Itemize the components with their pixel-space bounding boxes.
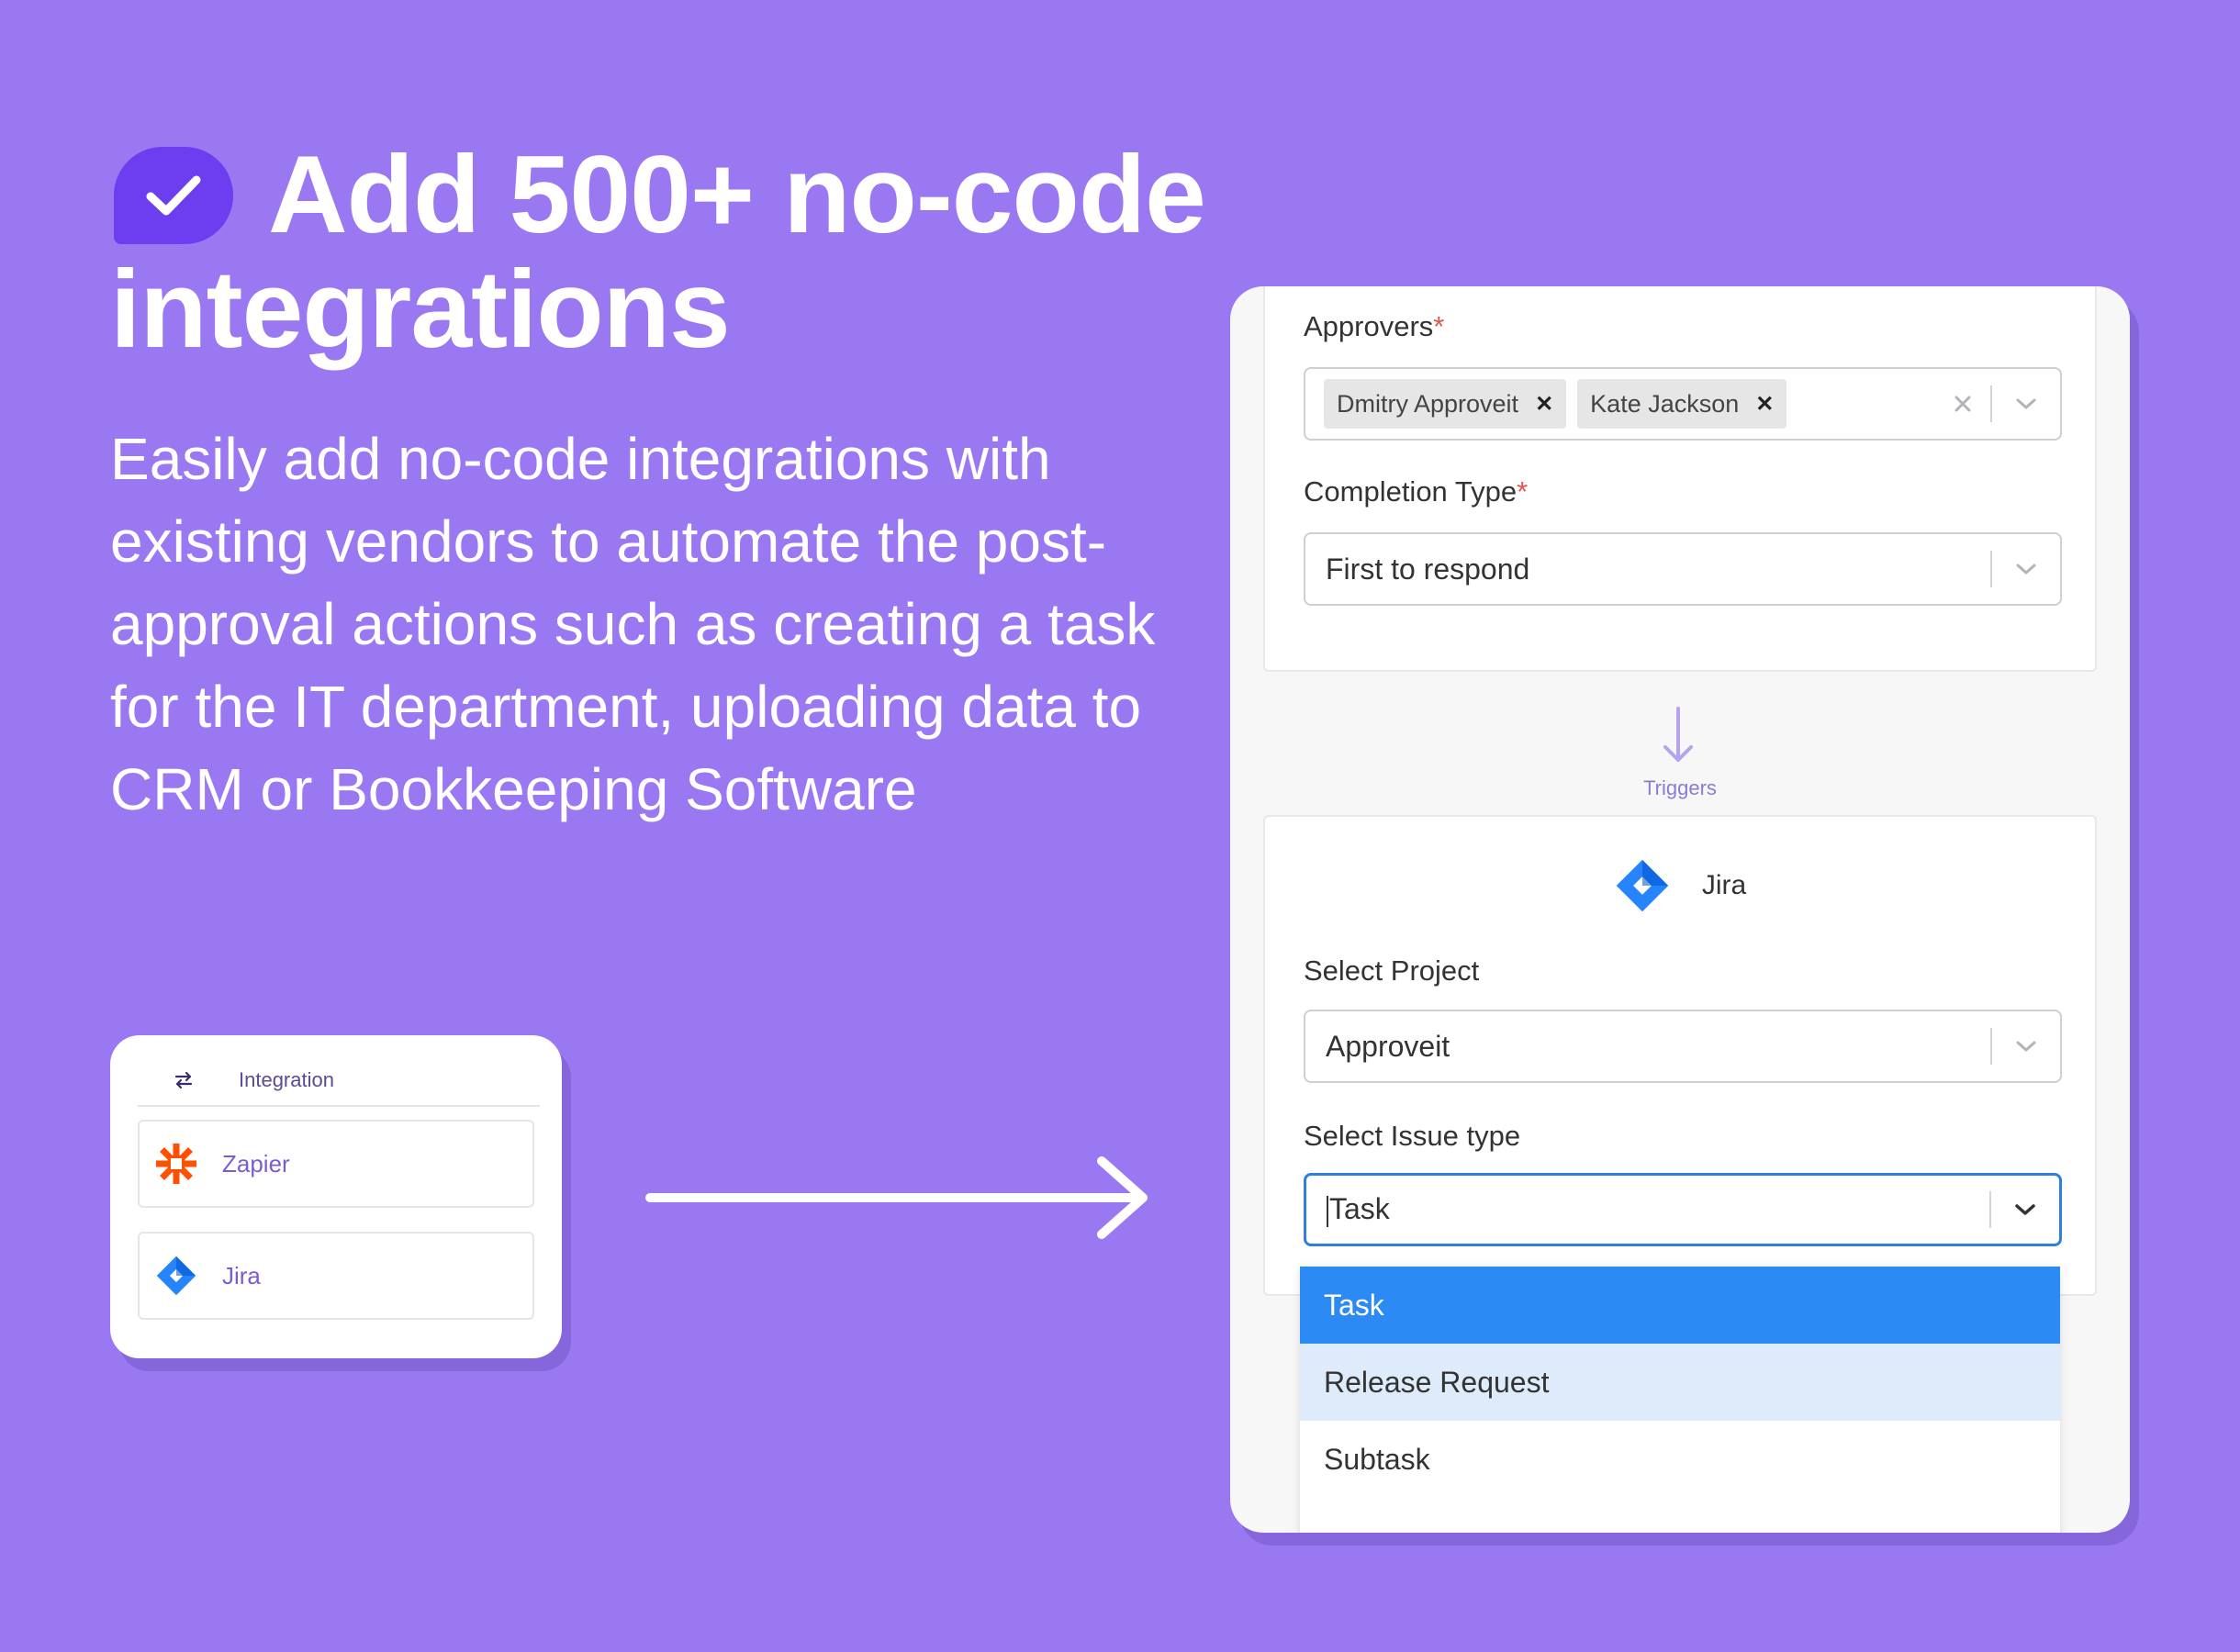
approver-tag: Dmitry Approveit ✕ xyxy=(1324,379,1567,429)
zapier-icon xyxy=(145,1142,207,1186)
chevron-down-icon[interactable] xyxy=(1992,1040,2060,1053)
jira-icon xyxy=(145,1255,207,1297)
jira-title: Jira xyxy=(1265,857,2095,914)
integration-item-label: Jira xyxy=(222,1261,261,1289)
issue-type-input[interactable]: Task xyxy=(1327,1192,1989,1227)
jira-title-label: Jira xyxy=(1701,870,1747,900)
integration-header: Integration xyxy=(138,1055,540,1107)
project-value: Approveit xyxy=(1326,1029,1450,1063)
integration-item-zapier[interactable]: Zapier xyxy=(138,1120,534,1208)
arrow-down-icon xyxy=(1663,707,1693,762)
approvers-label: Approvers* xyxy=(1304,310,1445,342)
dropdown-option-subtask[interactable]: Subtask xyxy=(1300,1421,2060,1498)
swap-arrows-icon xyxy=(160,1071,207,1089)
jira-trigger-card: Jira Select Project Approveit Select Iss… xyxy=(1263,815,2097,1296)
dropdown-option-release-request[interactable]: Release Request xyxy=(1300,1344,2060,1421)
select-project-label: Select Project xyxy=(1304,954,1480,987)
text-cursor xyxy=(1327,1195,1328,1227)
completion-type-label: Completion Type* xyxy=(1304,475,1529,508)
project-select[interactable]: Approveit xyxy=(1304,1010,2062,1083)
chevron-down-icon[interactable] xyxy=(1992,397,2060,410)
chevron-down-icon[interactable] xyxy=(1991,1203,2059,1216)
integration-item-label: Zapier xyxy=(222,1149,290,1178)
integration-header-label: Integration xyxy=(239,1068,334,1091)
hero-description: Easily add no-code integrations with exi… xyxy=(110,426,1156,822)
clear-icon[interactable] xyxy=(1935,395,1990,413)
dropdown-option-task[interactable]: Task xyxy=(1300,1267,2060,1344)
title-line-2: integrations xyxy=(110,248,731,371)
page-title: Add 500+ no-code integrations xyxy=(110,138,1304,367)
approver-tag: Kate Jackson ✕ xyxy=(1577,379,1787,429)
completion-type-value: First to respond xyxy=(1326,552,1530,586)
issue-type-select[interactable]: Task xyxy=(1304,1173,2062,1246)
completion-type-select[interactable]: First to respond xyxy=(1304,532,2062,606)
jira-icon xyxy=(1616,859,1669,912)
approvers-multiselect[interactable]: Dmitry Approveit ✕ Kate Jackson ✕ xyxy=(1304,367,2062,441)
chevron-down-icon[interactable] xyxy=(1992,563,2060,575)
title-line-1: Add 500+ no-code xyxy=(268,133,1206,256)
approvers-card: Approvers* Dmitry Approveit ✕ Kate Jacks… xyxy=(1263,286,2097,672)
remove-tag-icon[interactable]: ✕ xyxy=(1755,391,1774,418)
long-arrow-right-icon xyxy=(645,1156,1148,1239)
issue-type-dropdown: Task Release Request Subtask xyxy=(1300,1267,2060,1533)
workflow-form-panel: Approvers* Dmitry Approveit ✕ Kate Jacks… xyxy=(1230,286,2130,1533)
approver-tags: Dmitry Approveit ✕ Kate Jackson ✕ xyxy=(1305,379,1935,429)
remove-tag-icon[interactable]: ✕ xyxy=(1535,391,1553,418)
select-issue-type-label: Select Issue type xyxy=(1304,1120,1521,1152)
triggers-label: Triggers xyxy=(1643,776,1717,799)
integration-card: Integration Zapier Jira xyxy=(110,1035,562,1358)
integration-item-jira[interactable]: Jira xyxy=(138,1232,534,1320)
